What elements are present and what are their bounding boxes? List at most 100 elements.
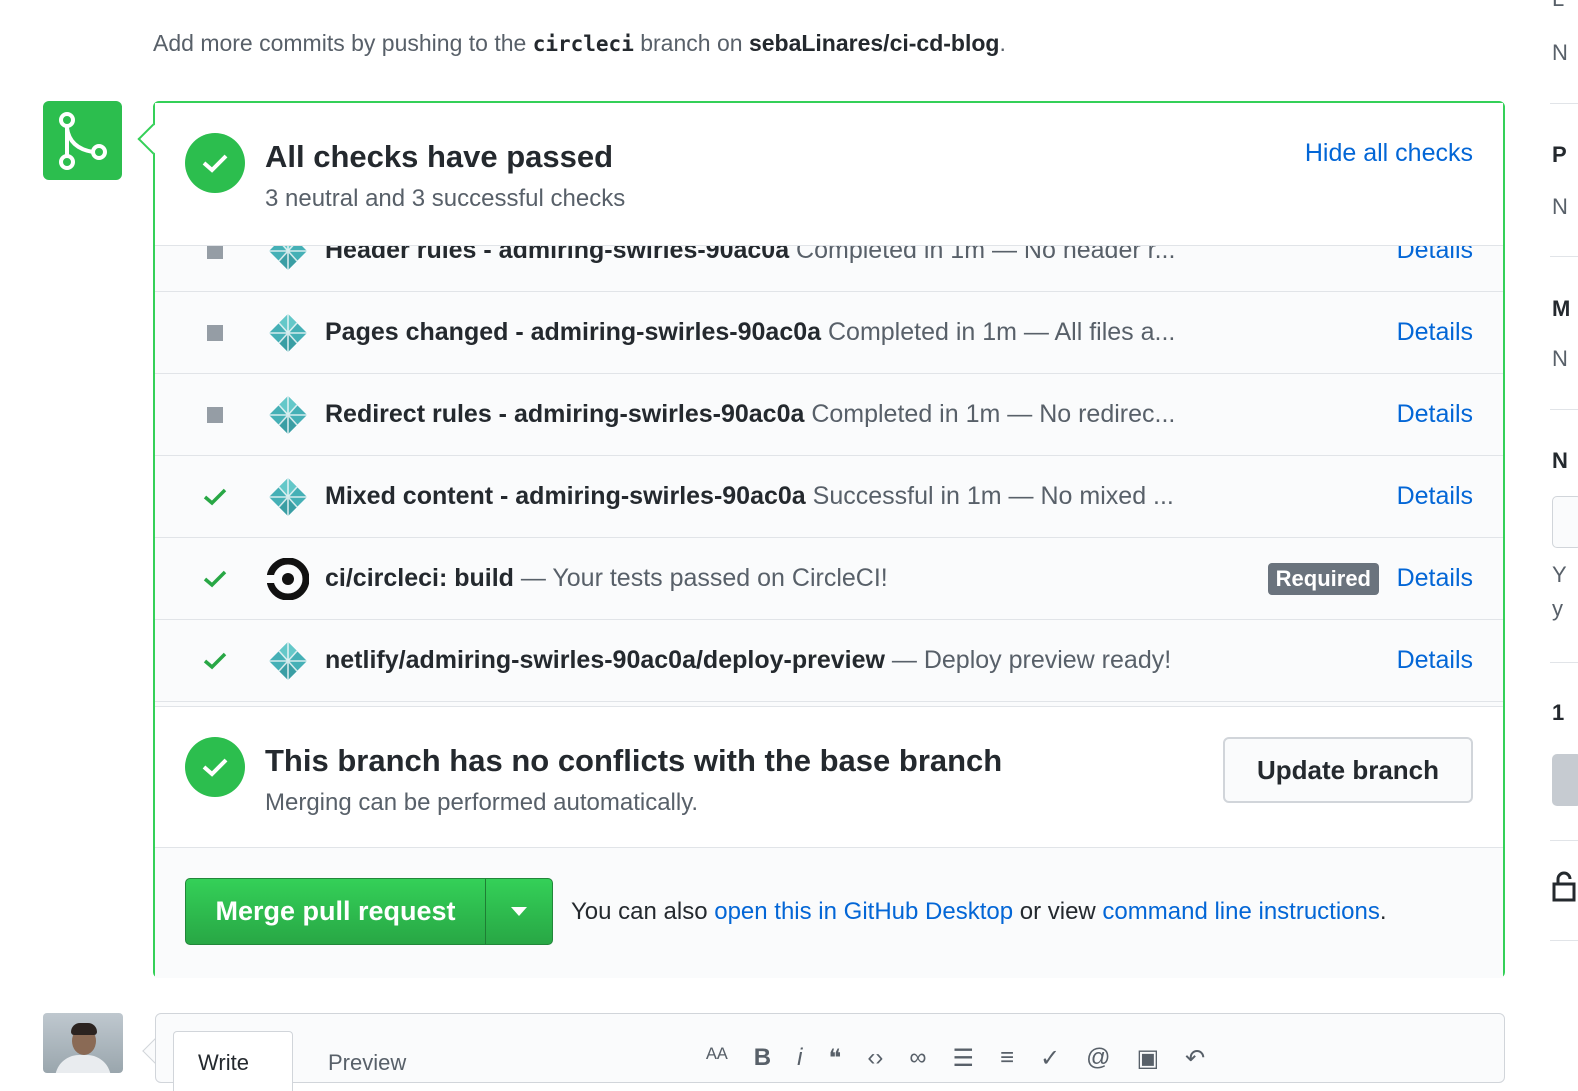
comment-editor: Write Preview ᴬᴬ B i ❝ ‹› ∞ ☰ ≡ ✓ @ ▣ ↶ bbox=[155, 1013, 1505, 1091]
update-branch-button[interactable]: Update branch bbox=[1223, 737, 1473, 803]
reply-icon[interactable]: ↶ bbox=[1185, 1044, 1205, 1073]
avatar bbox=[43, 1013, 123, 1073]
check-name: Header rules - admiring-swirles-90ac0a bbox=[325, 246, 790, 264]
netlify-icon bbox=[267, 476, 309, 518]
markdown-toolbar: ᴬᴬ B i ❝ ‹› ∞ ☰ ≡ ✓ @ ▣ ↶ bbox=[706, 1044, 1205, 1073]
github-desktop-link[interactable]: open this in GitHub Desktop bbox=[714, 898, 1013, 925]
tab-preview[interactable]: Preview bbox=[328, 1050, 406, 1076]
saved-reply-icon[interactable]: ▣ bbox=[1136, 1044, 1159, 1073]
check-description: Completed in 1m — No redirec... bbox=[804, 400, 1176, 428]
checks-list: Header rules - admiring-swirles-90ac0a C… bbox=[155, 246, 1503, 706]
chevron-down-icon bbox=[511, 907, 527, 916]
quote-icon[interactable]: ❝ bbox=[828, 1044, 841, 1073]
details-link[interactable]: Details bbox=[1397, 318, 1473, 347]
italic-icon[interactable]: i bbox=[797, 1044, 802, 1073]
required-badge: Required bbox=[1267, 562, 1379, 595]
check-text: ci/circleci: build — Your tests passed o… bbox=[325, 564, 1173, 593]
details-link[interactable]: Details bbox=[1397, 400, 1473, 429]
check-name: ci/circleci: build bbox=[325, 564, 514, 592]
netlify-icon bbox=[267, 640, 309, 682]
push-hint: Add more commits by pushing to the circl… bbox=[153, 30, 1006, 57]
sidebar-letter: N bbox=[1552, 40, 1568, 65]
checks-title: All checks have passed bbox=[265, 139, 614, 174]
sidebar-letter: L bbox=[1552, 0, 1564, 12]
merge-note-prefix: You can also bbox=[571, 898, 715, 925]
check-name: Redirect rules - admiring-swirles-90ac0a bbox=[325, 400, 805, 428]
sidebar-letter: 1 bbox=[1552, 700, 1565, 725]
netlify-icon bbox=[267, 394, 309, 436]
checks-subtitle: 3 neutral and 3 successful checks bbox=[265, 185, 626, 212]
numbered-list-icon[interactable]: ≡ bbox=[1000, 1044, 1014, 1073]
details-link[interactable]: Details bbox=[1397, 246, 1473, 265]
push-hint-suffix: . bbox=[999, 30, 1006, 56]
sidebar-letter: Y bbox=[1552, 562, 1567, 587]
merge-box: All checks have passed 3 neutral and 3 s… bbox=[153, 101, 1505, 978]
command-line-link[interactable]: command line instructions bbox=[1102, 898, 1379, 925]
push-hint-prefix: Add more commits by pushing to the bbox=[153, 30, 533, 56]
bullet-list-icon[interactable]: ☰ bbox=[952, 1044, 974, 1073]
checks-summary: All checks have passed 3 neutral and 3 s… bbox=[155, 103, 1503, 246]
hide-all-checks-link[interactable]: Hide all checks bbox=[1305, 139, 1473, 168]
circleci-icon bbox=[266, 557, 310, 600]
sidebar-letter: N bbox=[1552, 194, 1568, 219]
neutral-status-icon bbox=[203, 403, 227, 427]
sidebar-letter: M bbox=[1552, 296, 1571, 321]
check-description: — Deploy preview ready! bbox=[884, 646, 1172, 674]
code-icon[interactable]: ‹› bbox=[867, 1044, 883, 1073]
bold-icon[interactable]: B bbox=[754, 1044, 771, 1073]
heading-icon[interactable]: ᴬᴬ bbox=[706, 1044, 728, 1073]
sidebar-letter: P bbox=[1552, 142, 1567, 167]
details-link[interactable]: Details bbox=[1397, 646, 1473, 675]
merge-status-badge bbox=[43, 101, 122, 180]
tab-write[interactable]: Write bbox=[173, 1031, 293, 1091]
branch-name: circleci bbox=[532, 32, 634, 56]
merge-pull-request-button[interactable]: Merge pull request bbox=[186, 879, 486, 944]
task-list-icon[interactable]: ✓ bbox=[1040, 1044, 1060, 1073]
mention-icon[interactable]: @ bbox=[1086, 1044, 1110, 1073]
check-text: Header rules - admiring-swirles-90ac0a C… bbox=[325, 246, 1263, 265]
check-text: Redirect rules - admiring-swirles-90ac0a… bbox=[325, 400, 1263, 429]
sidebar-letter: N bbox=[1552, 346, 1568, 371]
check-row: Redirect rules - admiring-swirles-90ac0a… bbox=[155, 374, 1503, 456]
neutral-status-icon bbox=[203, 321, 227, 345]
sidebar-button[interactable] bbox=[1552, 496, 1578, 548]
netlify-icon bbox=[267, 312, 309, 354]
check-icon bbox=[203, 485, 227, 509]
check-description: Successful in 1m — No mixed ... bbox=[805, 482, 1174, 510]
check-row: Header rules - admiring-swirles-90ac0a C… bbox=[155, 246, 1503, 292]
sidebar-avatar[interactable] bbox=[1552, 754, 1578, 806]
branch-status: This branch has no conflicts with the ba… bbox=[155, 706, 1503, 848]
merge-button-group: Merge pull request bbox=[185, 878, 553, 945]
neutral-status-icon bbox=[203, 246, 227, 263]
merge-actions: Merge pull request You can also open thi… bbox=[155, 848, 1503, 978]
lock-icon bbox=[1552, 871, 1576, 902]
check-text: Pages changed - admiring-swirles-90ac0a … bbox=[325, 318, 1263, 347]
check-row: Mixed content - admiring-swirles-90ac0a … bbox=[155, 456, 1503, 538]
merge-note-middle: or view bbox=[1013, 898, 1103, 925]
push-hint-middle: branch on bbox=[633, 30, 749, 56]
check-row: Pages changed - admiring-swirles-90ac0a … bbox=[155, 292, 1503, 374]
branch-title: This branch has no conflicts with the ba… bbox=[265, 743, 1003, 778]
branch-subtitle: Merging can be performed automatically. bbox=[265, 789, 699, 816]
link-icon[interactable]: ∞ bbox=[909, 1044, 926, 1073]
repo-name: sebaLinares/ci-cd-blog bbox=[748, 30, 1000, 56]
sidebar: L N P N M N N Y y 1 bbox=[1550, 0, 1578, 1070]
netlify-icon bbox=[267, 246, 309, 272]
check-name: Mixed content - admiring-swirles-90ac0a bbox=[325, 482, 806, 510]
check-text: netlify/admiring-swirles-90ac0a/deploy-p… bbox=[325, 646, 1263, 675]
check-icon bbox=[203, 567, 227, 591]
details-link[interactable]: Details bbox=[1397, 482, 1473, 511]
checks-passed-icon bbox=[185, 133, 245, 193]
no-conflicts-icon bbox=[185, 737, 245, 797]
check-row: ci/circleci: build — Your tests passed o… bbox=[155, 538, 1503, 620]
merge-note-suffix: . bbox=[1379, 898, 1387, 925]
check-description: — Your tests passed on CircleCI! bbox=[513, 564, 888, 592]
check-name: netlify/admiring-swirles-90ac0a/deploy-p… bbox=[325, 646, 885, 674]
merge-method-dropdown[interactable] bbox=[486, 879, 552, 944]
check-text: Mixed content - admiring-swirles-90ac0a … bbox=[325, 482, 1263, 511]
check-description: Completed in 1m — No header r... bbox=[789, 246, 1176, 264]
sidebar-letter: N bbox=[1552, 448, 1568, 473]
git-merge-icon bbox=[58, 111, 107, 170]
check-name: Pages changed - admiring-swirles-90ac0a bbox=[325, 318, 822, 346]
details-link[interactable]: Details bbox=[1397, 564, 1473, 593]
